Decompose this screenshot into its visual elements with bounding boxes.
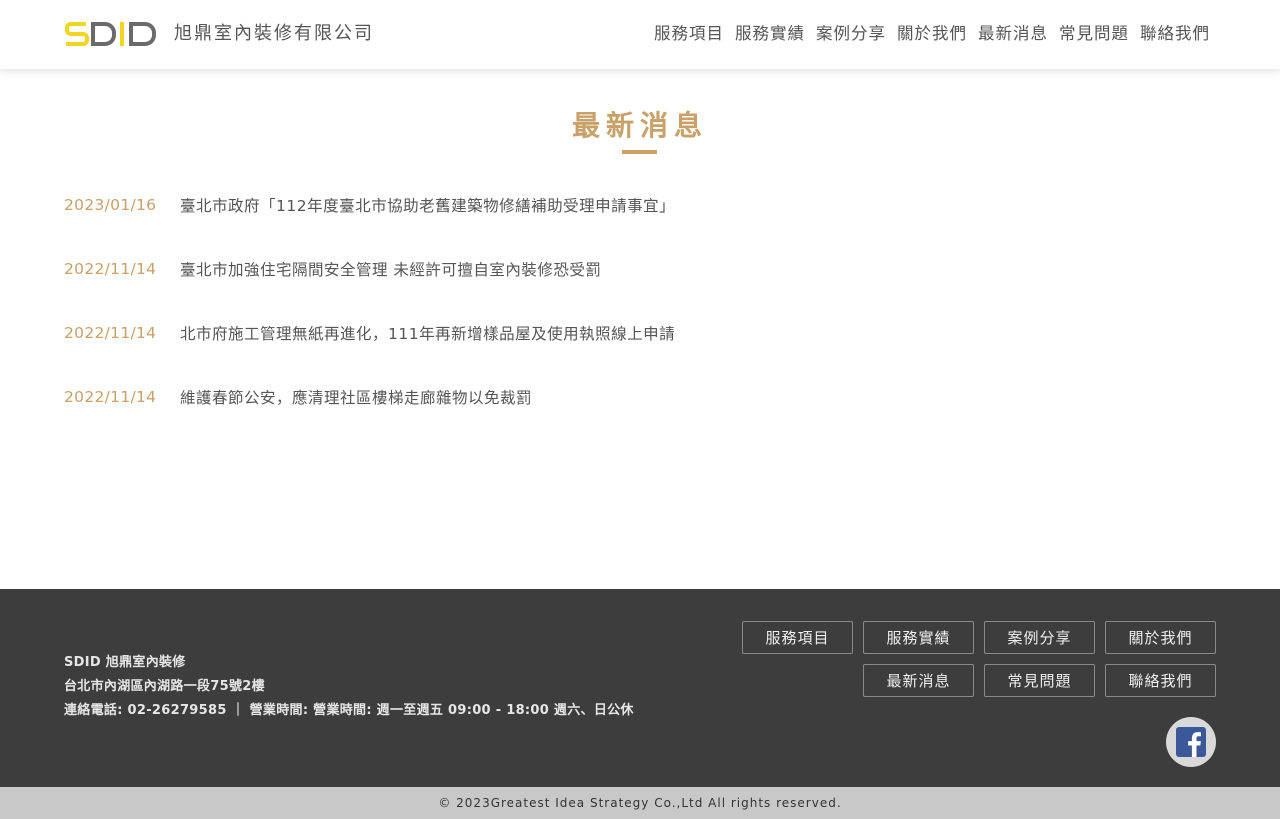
footer-nav: 服務項目 服務實績 案例分享 關於我們 最新消息 常見問題 聯絡我們 bbox=[741, 621, 1216, 697]
news-item[interactable]: 2022/11/14 北市府施工管理無紙再進化，111年再新增樣品屋及使用執照線… bbox=[64, 322, 1214, 386]
news-title-link[interactable]: 北市府施工管理無紙再進化，111年再新增樣品屋及使用執照線上申請 bbox=[180, 322, 675, 346]
nav-item-services[interactable]: 服務項目 bbox=[654, 22, 724, 46]
footer-button-news[interactable]: 最新消息 bbox=[863, 664, 974, 697]
footer-button-cases[interactable]: 案例分享 bbox=[984, 621, 1095, 654]
site-header: 旭鼎室內裝修有限公司 服務項目 服務實績 案例分享 關於我們 最新消息 常見問題… bbox=[0, 0, 1280, 69]
news-title-link[interactable]: 臺北市政府「112年度臺北市協助老舊建築物修繕補助受理申請事宜」 bbox=[180, 194, 675, 218]
main-nav: 服務項目 服務實績 案例分享 關於我們 最新消息 常見問題 聯絡我們 bbox=[643, 22, 1210, 46]
title-underline bbox=[622, 150, 657, 154]
news-item[interactable]: 2022/11/14 臺北市加強住宅隔間安全管理 未經許可擅自室內裝修恐受罰 bbox=[64, 258, 1214, 322]
news-date: 2022/11/14 bbox=[64, 260, 157, 278]
site-footer: SDID 旭鼎室內裝修 台北市內湖區內湖路一段75號2樓 連絡電話: 02-26… bbox=[0, 589, 1280, 787]
nav-item-about[interactable]: 關於我們 bbox=[897, 22, 967, 46]
nav-item-achievements[interactable]: 服務實績 bbox=[735, 22, 805, 46]
nav-item-news[interactable]: 最新消息 bbox=[978, 22, 1048, 46]
news-date: 2022/11/14 bbox=[64, 388, 157, 406]
news-item[interactable]: 2023/01/16 臺北市政府「112年度臺北市協助老舊建築物修繕補助受理申請… bbox=[64, 194, 1214, 258]
news-date: 2023/01/16 bbox=[64, 196, 157, 214]
copyright: © 2023Greatest Idea Strategy Co.,Ltd All… bbox=[0, 787, 1280, 819]
footer-company: SDID 旭鼎室內裝修 bbox=[64, 655, 186, 670]
sdid-logo-mark bbox=[65, 22, 156, 46]
logo-icon bbox=[64, 21, 162, 47]
footer-button-faq[interactable]: 常見問題 bbox=[984, 664, 1095, 697]
company-name: 旭鼎室內裝修有限公司 bbox=[174, 23, 374, 44]
footer-button-about[interactable]: 關於我們 bbox=[1105, 621, 1216, 654]
nav-item-cases[interactable]: 案例分享 bbox=[816, 22, 886, 46]
news-date: 2022/11/14 bbox=[64, 324, 157, 342]
facebook-link[interactable] bbox=[1166, 717, 1216, 767]
news-title-link[interactable]: 維護春節公安，應清理社區樓梯走廊雜物以免裁罰 bbox=[180, 386, 532, 410]
news-title-link[interactable]: 臺北市加強住宅隔間安全管理 未經許可擅自室內裝修恐受罰 bbox=[180, 258, 601, 282]
footer-button-achievements[interactable]: 服務實績 bbox=[863, 621, 974, 654]
nav-item-contact[interactable]: 聯絡我們 bbox=[1140, 22, 1210, 46]
facebook-icon bbox=[1176, 727, 1206, 757]
footer-button-services[interactable]: 服務項目 bbox=[742, 621, 853, 654]
logo-link[interactable]: 旭鼎室內裝修有限公司 bbox=[64, 20, 374, 48]
footer-button-contact[interactable]: 聯絡我們 bbox=[1105, 664, 1216, 697]
news-item[interactable]: 2022/11/14 維護春節公安，應清理社區樓梯走廊雜物以免裁罰 bbox=[64, 386, 1214, 450]
nav-item-faq[interactable]: 常見問題 bbox=[1059, 22, 1129, 46]
page-title: 最新消息 bbox=[571, 109, 708, 142]
footer-contact: 連絡電話: 02-26279585 ｜ 營業時間: 營業時間: 週一至週五 09… bbox=[64, 703, 634, 718]
footer-address: 台北市內湖區內湖路一段75號2樓 bbox=[64, 679, 265, 694]
footer-info: SDID 旭鼎室內裝修 台北市內湖區內湖路一段75號2樓 連絡電話: 02-26… bbox=[64, 651, 634, 723]
news-list: 2023/01/16 臺北市政府「112年度臺北市協助老舊建築物修繕補助受理申請… bbox=[64, 194, 1214, 450]
